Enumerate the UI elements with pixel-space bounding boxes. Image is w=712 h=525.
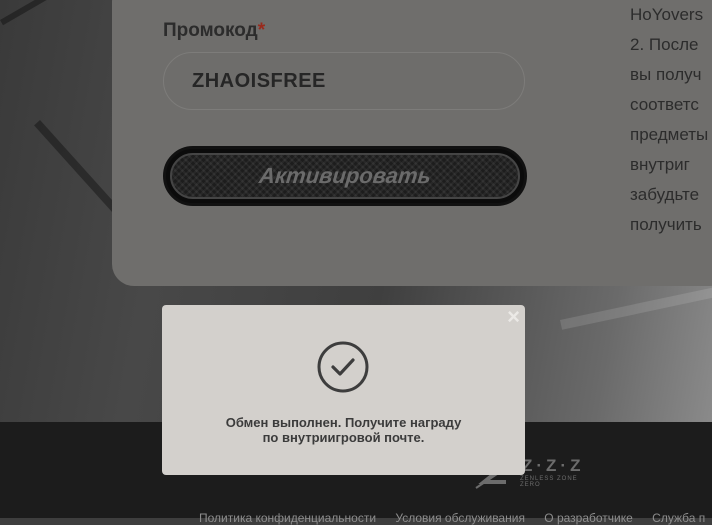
info-line: 2. После bbox=[630, 35, 699, 54]
redeem-card bbox=[112, 0, 712, 286]
info-line: вы получ bbox=[630, 65, 702, 84]
required-mark: * bbox=[257, 20, 266, 41]
promo-code-input[interactable]: ZHAOISFREE bbox=[163, 52, 525, 110]
close-icon[interactable]: × bbox=[507, 304, 520, 330]
logo-marks: Z·Z·Z bbox=[522, 456, 585, 475]
toast-message-line1: Обмен выполнен. Получите награду bbox=[225, 415, 462, 430]
footer-link-support[interactable]: Служба п bbox=[652, 511, 705, 525]
toast-message-line2: по внутриигровой почте. bbox=[262, 430, 425, 445]
success-toast: × Обмен выполнен. Получите награду по вн… bbox=[162, 304, 525, 475]
promo-label: Промокод* bbox=[163, 20, 266, 41]
footer-link-about[interactable]: О разработчике bbox=[544, 511, 633, 525]
info-line: забудьте bbox=[630, 185, 700, 204]
footer-link-privacy[interactable]: Политика конфиденциальности bbox=[199, 511, 376, 525]
toast-message: Обмен выполнен. Получите награду по внут… bbox=[162, 415, 525, 445]
activate-button[interactable]: Активировать bbox=[163, 146, 527, 206]
footer-links: Политика конфиденциальности Условия обсл… bbox=[199, 511, 712, 525]
check-circle-icon bbox=[317, 341, 369, 393]
info-line: предметы bbox=[630, 125, 709, 144]
info-line: HoYovers bbox=[630, 5, 704, 24]
info-line: соответс bbox=[630, 95, 699, 114]
activate-button-label: Активировать bbox=[257, 163, 433, 188]
info-line: внутриг bbox=[630, 155, 690, 174]
logo-subtitle: ZENLESS ZONE ZERO bbox=[520, 476, 578, 488]
footer-link-terms[interactable]: Условия обслуживания bbox=[395, 511, 525, 525]
info-text: HoYovers 2. После вы получ соответс пред… bbox=[630, 0, 712, 240]
info-line: получить bbox=[630, 215, 702, 234]
